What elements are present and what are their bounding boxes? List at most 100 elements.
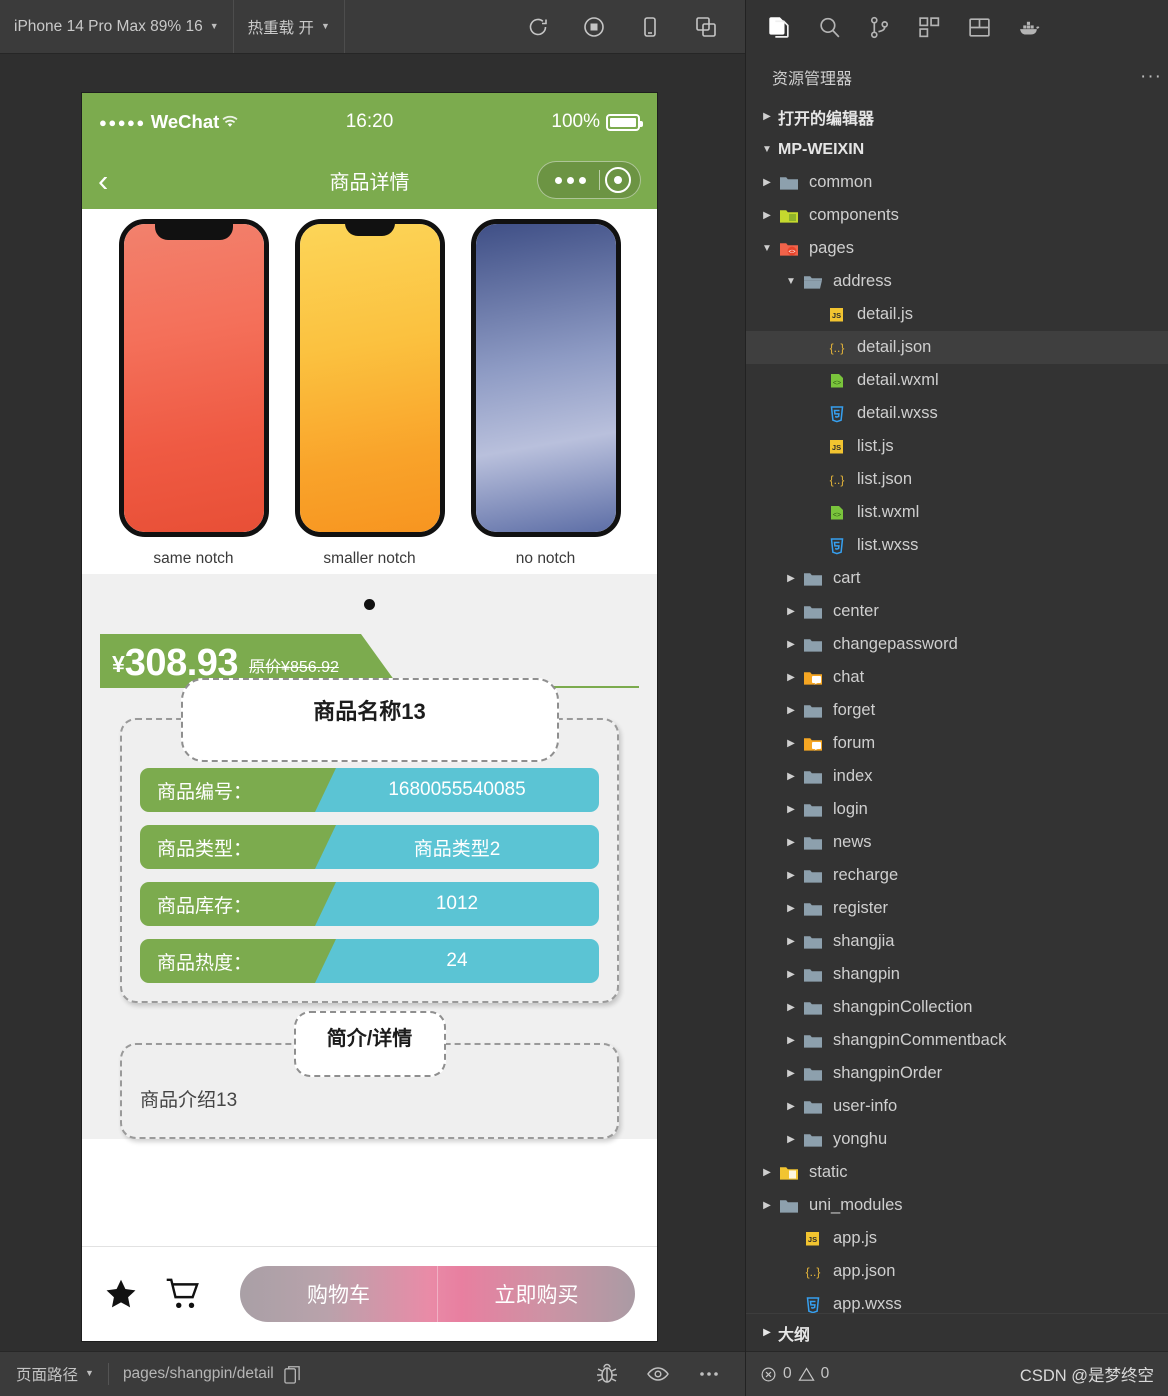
- chevron-right-icon: ▶: [787, 1134, 795, 1145]
- page-path-label[interactable]: 页面路径: [16, 1363, 78, 1385]
- source-control-icon[interactable]: [866, 14, 892, 40]
- info-value: 商品类型2: [315, 825, 599, 869]
- tree-item-shangpincommentback[interactable]: ▶ shangpinCommentback: [746, 1024, 1168, 1057]
- tree-item-changepassword[interactable]: ▶ changepassword: [746, 628, 1168, 661]
- chevron-right-icon: ▶: [787, 1002, 795, 1013]
- tree-item-detail-wxss[interactable]: detail.wxss: [746, 397, 1168, 430]
- folder-chat-icon: [802, 668, 824, 688]
- tree-item-forum[interactable]: ▶ forum: [746, 727, 1168, 760]
- tree-item-list-wxss[interactable]: list.wxss: [746, 529, 1168, 562]
- tree-item-login[interactable]: ▶ login: [746, 793, 1168, 826]
- tree-item-user-info[interactable]: ▶ user-info: [746, 1090, 1168, 1123]
- copy-icon[interactable]: [284, 1365, 301, 1384]
- explorer-icon[interactable]: [766, 14, 792, 40]
- tree-item-forget[interactable]: ▶ forget: [746, 694, 1168, 727]
- chevron-right-icon: ▶: [787, 771, 795, 782]
- tree-item-chat[interactable]: ▶ chat: [746, 661, 1168, 694]
- eye-icon[interactable]: [646, 1362, 670, 1386]
- folder-icon: [802, 602, 824, 622]
- tree-item-label: forum: [833, 734, 876, 753]
- tree-item-detail-json[interactable]: {..} detail.json: [746, 331, 1168, 364]
- tree-item-shangpincollection[interactable]: ▶ shangpinCollection: [746, 991, 1168, 1024]
- tree-item-pages[interactable]: ▼ <> pages: [746, 232, 1168, 265]
- tree-item-uni-modules[interactable]: ▶ uni_modules: [746, 1189, 1168, 1222]
- folder-icon: [778, 173, 800, 193]
- json-icon: {..}: [802, 1262, 824, 1282]
- wxml-icon: <>: [826, 503, 848, 523]
- folder-icon: [802, 965, 824, 985]
- refresh-icon[interactable]: [525, 14, 551, 40]
- tree-item-label: app.json: [833, 1262, 896, 1281]
- tree-item-shangjia[interactable]: ▶ shangjia: [746, 925, 1168, 958]
- simulator-status-bar: 页面路径 ▼ pages/shangpin/detail: [0, 1351, 745, 1396]
- tree-item-center[interactable]: ▶ center: [746, 595, 1168, 628]
- tree-item-list-js[interactable]: JS list.js: [746, 430, 1168, 463]
- device-icon[interactable]: [637, 14, 663, 40]
- tree-item-detail-js[interactable]: JS detail.js: [746, 298, 1168, 331]
- project-root-section[interactable]: ▼ MP-WEIXIN: [746, 133, 1168, 166]
- wxss-icon: [802, 1295, 824, 1314]
- search-icon[interactable]: [816, 14, 842, 40]
- chevron-down-icon[interactable]: ▼: [85, 1368, 94, 1378]
- layout-icon[interactable]: [966, 14, 992, 40]
- tree-item-list-wxml[interactable]: <> list.wxml: [746, 496, 1168, 529]
- tree-item-app-js[interactable]: JS app.js: [746, 1222, 1168, 1255]
- close-target-icon[interactable]: [605, 167, 631, 193]
- chevron-right-icon: ▶: [787, 738, 795, 749]
- tree-item-app-wxss[interactable]: app.wxss: [746, 1288, 1168, 1313]
- svg-text:<>: <>: [788, 249, 796, 255]
- tree-item-detail-wxml[interactable]: <> detail.wxml: [746, 364, 1168, 397]
- vscode-status-bar: 0 0 CSDN @是梦终空: [746, 1351, 1168, 1396]
- debug-bug-icon[interactable]: [595, 1362, 619, 1386]
- open-editors-section[interactable]: ▶ 打开的编辑器: [746, 100, 1168, 133]
- tree-item-cart[interactable]: ▶ cart: [746, 562, 1168, 595]
- notch-shape: [154, 224, 233, 240]
- tree-item-recharge[interactable]: ▶ recharge: [746, 859, 1168, 892]
- info-key: 商品类型：: [140, 825, 336, 869]
- device-selector[interactable]: iPhone 14 Pro Max 89% 16 ▼: [0, 0, 234, 53]
- description-title: 简介/详情: [326, 1028, 413, 1050]
- multiwindow-icon[interactable]: [693, 14, 719, 40]
- carousel-indicator[interactable]: [82, 574, 657, 634]
- stop-icon[interactable]: [581, 14, 607, 40]
- buy-now-button[interactable]: 立即购买: [437, 1266, 635, 1322]
- tree-item-shangpin[interactable]: ▶ shangpin: [746, 958, 1168, 991]
- tree-item-address[interactable]: ▼ address: [746, 265, 1168, 298]
- tree-item-shangpinorder[interactable]: ▶ shangpinOrder: [746, 1057, 1168, 1090]
- signal-dots-icon: ●●●●●: [99, 114, 146, 130]
- tree-item-app-json[interactable]: {..} app.json: [746, 1255, 1168, 1288]
- problems-indicator[interactable]: 0 0: [760, 1365, 829, 1383]
- extensions-icon[interactable]: [916, 14, 942, 40]
- chevron-right-icon: ▶: [787, 1068, 795, 1079]
- tree-item-list-json[interactable]: {..} list.json: [746, 463, 1168, 496]
- more-icon[interactable]: ···: [1140, 66, 1162, 88]
- outline-section[interactable]: ▶ 大纲: [746, 1313, 1168, 1351]
- tree-item-components[interactable]: ▶ components: [746, 199, 1168, 232]
- more-icon[interactable]: [697, 1362, 721, 1386]
- tree-item-label: shangpinCommentback: [833, 1031, 1007, 1050]
- tree-item-static[interactable]: ▶ static: [746, 1156, 1168, 1189]
- tree-item-label: news: [833, 833, 872, 852]
- cart-icon[interactable]: [164, 1277, 202, 1311]
- hot-reload-selector[interactable]: 热重载 开 ▼: [234, 0, 345, 53]
- svg-text:<>: <>: [833, 380, 841, 387]
- more-icon[interactable]: [542, 176, 599, 184]
- tree-item-label: static: [809, 1163, 848, 1182]
- chevron-down-icon: ▼: [320, 20, 330, 31]
- tree-item-label: shangpin: [833, 965, 900, 984]
- tree-item-register[interactable]: ▶ register: [746, 892, 1168, 925]
- explorer-header: 资源管理器 ···: [746, 54, 1168, 100]
- tree-item-yonghu[interactable]: ▶ yonghu: [746, 1123, 1168, 1156]
- folder-icon: [802, 1064, 824, 1084]
- wxml-icon: <>: [826, 371, 848, 391]
- product-image-carousel[interactable]: same notch smaller notch no notch: [82, 209, 657, 574]
- star-icon[interactable]: [104, 1277, 138, 1311]
- simulator-panel: iPhone 14 Pro Max 89% 16 ▼ 热重载 开 ▼ ●●●●●…: [0, 0, 745, 1396]
- add-to-cart-button[interactable]: 购物车: [240, 1266, 437, 1322]
- tree-item-news[interactable]: ▶ news: [746, 826, 1168, 859]
- docker-icon[interactable]: [1016, 14, 1042, 40]
- svg-text:{..}: {..}: [806, 1265, 821, 1279]
- tree-item-index[interactable]: ▶ index: [746, 760, 1168, 793]
- tree-item-common[interactable]: ▶ common: [746, 166, 1168, 199]
- phone-frame: ●●●●● WeChat 16:20 100% ‹ 商品详情 same notc…: [82, 93, 657, 1341]
